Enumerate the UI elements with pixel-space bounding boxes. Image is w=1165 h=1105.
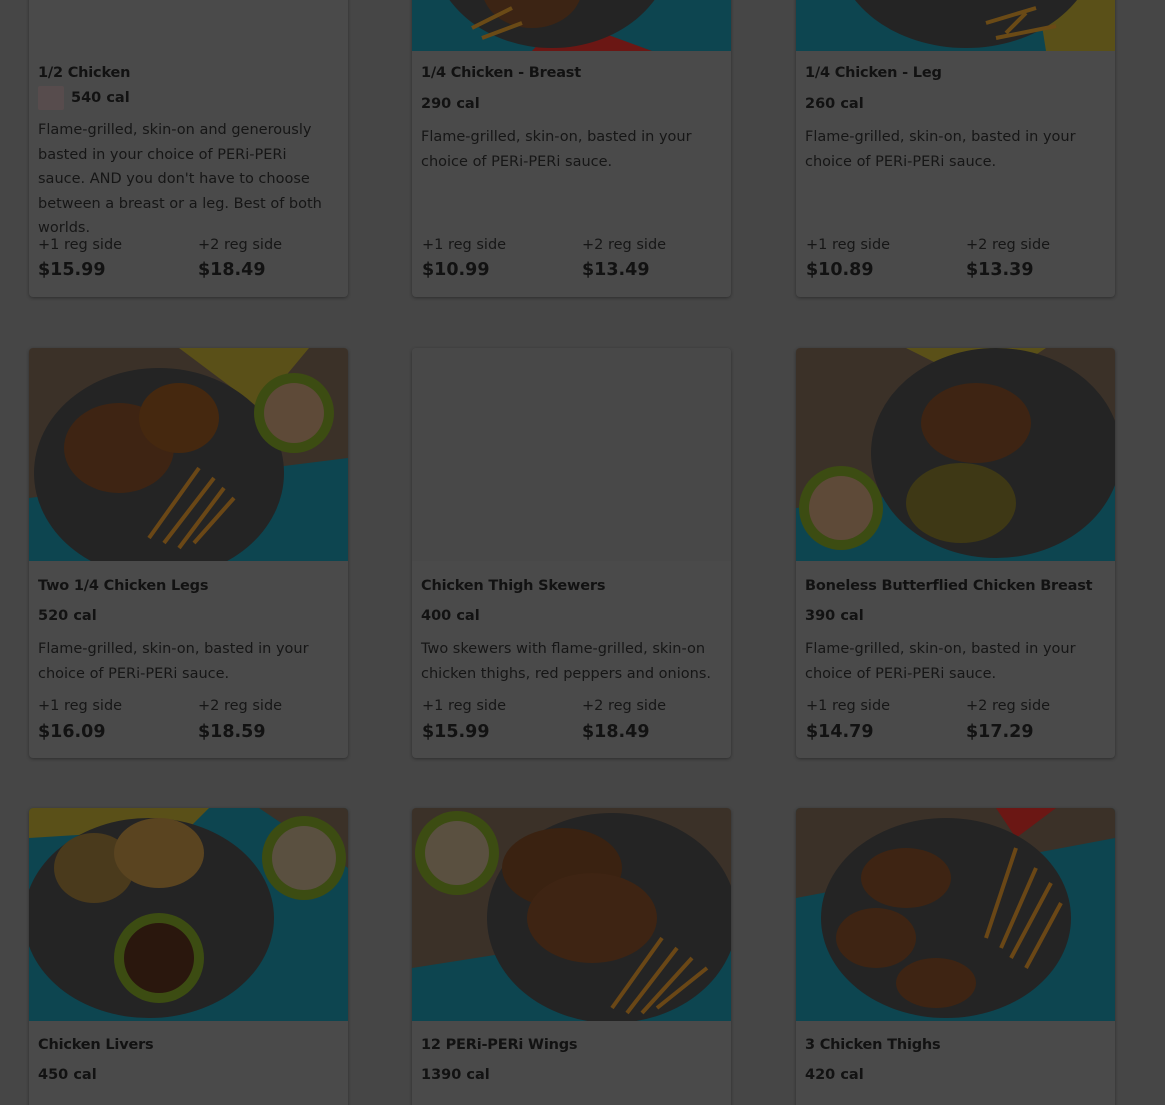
item-photo <box>796 348 1115 561</box>
item-photo <box>412 0 731 51</box>
item-calories: 540 cal <box>71 90 130 106</box>
item-description: Two skewers with flame-grilled, skin-on … <box>421 641 711 682</box>
item-name: 1/2 Chicken <box>38 65 131 81</box>
option-1-label: +1 reg side <box>806 237 891 253</box>
item-photo <box>796 0 1115 51</box>
calorie-row: 450 cal <box>38 1067 97 1083</box>
calorie-row: 260 cal <box>805 96 864 112</box>
item-name: 3 Chicken Thighs <box>805 1037 941 1053</box>
option-2-label: +2 reg side <box>582 698 667 714</box>
menu-item-card[interactable]: 1/2 Chicken 540 cal Flame-grilled, skin-… <box>29 0 348 297</box>
option-2-price[interactable]: $13.49 <box>582 260 650 280</box>
option-2-label: +2 reg side <box>198 237 283 253</box>
item-calories: 450 cal <box>38 1067 97 1083</box>
item-photo <box>29 348 348 561</box>
calorie-row: 520 cal <box>38 608 97 624</box>
item-name: 1/4 Chicken - Breast <box>421 65 581 81</box>
item-name: 12 PERi-PERi Wings <box>421 1037 578 1053</box>
item-calories: 1390 cal <box>421 1067 490 1083</box>
menu-item-card[interactable]: Two 1/4 Chicken Legs 520 cal Flame-grill… <box>29 348 348 758</box>
option-1-label: +1 reg side <box>422 698 507 714</box>
item-name: 1/4 Chicken - Leg <box>805 65 942 81</box>
calorie-row: 420 cal <box>805 1067 864 1083</box>
option-1-label: +1 reg side <box>38 698 123 714</box>
item-photo <box>412 808 731 1021</box>
calorie-row: 390 cal <box>805 608 864 624</box>
option-2-price[interactable]: $18.49 <box>582 722 650 742</box>
option-1-price[interactable]: $16.09 <box>38 722 106 742</box>
option-2-price[interactable]: $18.49 <box>198 260 266 280</box>
calorie-row: 290 cal <box>421 96 480 112</box>
option-2-price[interactable]: $18.59 <box>198 722 266 742</box>
menu-item-card[interactable]: 3 Chicken Thighs 420 cal <box>796 808 1115 1105</box>
item-name: Boneless Butterflied Chicken Breast <box>805 578 1093 594</box>
calorie-icon <box>38 86 64 110</box>
item-description: Flame-grilled, skin-on, basted in your c… <box>421 129 692 170</box>
menu-page: 1/2 Chicken 540 cal Flame-grilled, skin-… <box>0 0 1165 1105</box>
item-name: Chicken Livers <box>38 1037 154 1053</box>
item-calories: 390 cal <box>805 608 864 624</box>
item-calories: 260 cal <box>805 96 864 112</box>
option-2-label: +2 reg side <box>966 698 1051 714</box>
item-description: Flame-grilled, skin-on, basted in your c… <box>38 641 309 682</box>
item-description: Flame-grilled, skin-on and generously ba… <box>38 122 322 236</box>
option-2-price[interactable]: $17.29 <box>966 722 1034 742</box>
option-2-label: +2 reg side <box>582 237 667 253</box>
item-photo <box>412 348 731 561</box>
option-1-price[interactable]: $10.89 <box>806 260 874 280</box>
calorie-row: 1390 cal <box>421 1067 490 1083</box>
option-2-label: +2 reg side <box>966 237 1051 253</box>
option-1-price[interactable]: $15.99 <box>38 260 106 280</box>
item-name: Chicken Thigh Skewers <box>421 578 606 594</box>
option-1-price[interactable]: $15.99 <box>422 722 490 742</box>
option-2-price[interactable]: $13.39 <box>966 260 1034 280</box>
item-calories: 520 cal <box>38 608 97 624</box>
option-2-label: +2 reg side <box>198 698 283 714</box>
option-1-price[interactable]: $10.99 <box>422 260 490 280</box>
menu-item-card[interactable]: 1/4 Chicken - Breast 290 cal Flame-grill… <box>412 0 731 297</box>
menu-item-card[interactable]: Chicken Thigh Skewers 400 cal Two skewer… <box>412 348 731 758</box>
item-photo <box>29 808 348 1021</box>
option-1-price[interactable]: $14.79 <box>806 722 874 742</box>
item-calories: 400 cal <box>421 608 480 624</box>
item-calories: 290 cal <box>421 96 480 112</box>
option-1-label: +1 reg side <box>806 698 891 714</box>
menu-item-card[interactable]: Chicken Livers 450 cal <box>29 808 348 1105</box>
menu-item-card[interactable]: 1/4 Chicken - Leg 260 cal Flame-grilled,… <box>796 0 1115 297</box>
item-photo <box>796 808 1115 1021</box>
menu-item-card[interactable]: 12 PERi-PERi Wings 1390 cal <box>412 808 731 1105</box>
menu-item-card[interactable]: Boneless Butterflied Chicken Breast 390 … <box>796 348 1115 758</box>
option-1-label: +1 reg side <box>422 237 507 253</box>
calorie-row: 400 cal <box>421 608 480 624</box>
item-calories: 420 cal <box>805 1067 864 1083</box>
item-name: Two 1/4 Chicken Legs <box>38 578 209 594</box>
calorie-row: 540 cal <box>38 86 130 110</box>
item-description: Flame-grilled, skin-on, basted in your c… <box>805 641 1076 682</box>
option-1-label: +1 reg side <box>38 237 123 253</box>
item-description: Flame-grilled, skin-on, basted in your c… <box>805 129 1076 170</box>
